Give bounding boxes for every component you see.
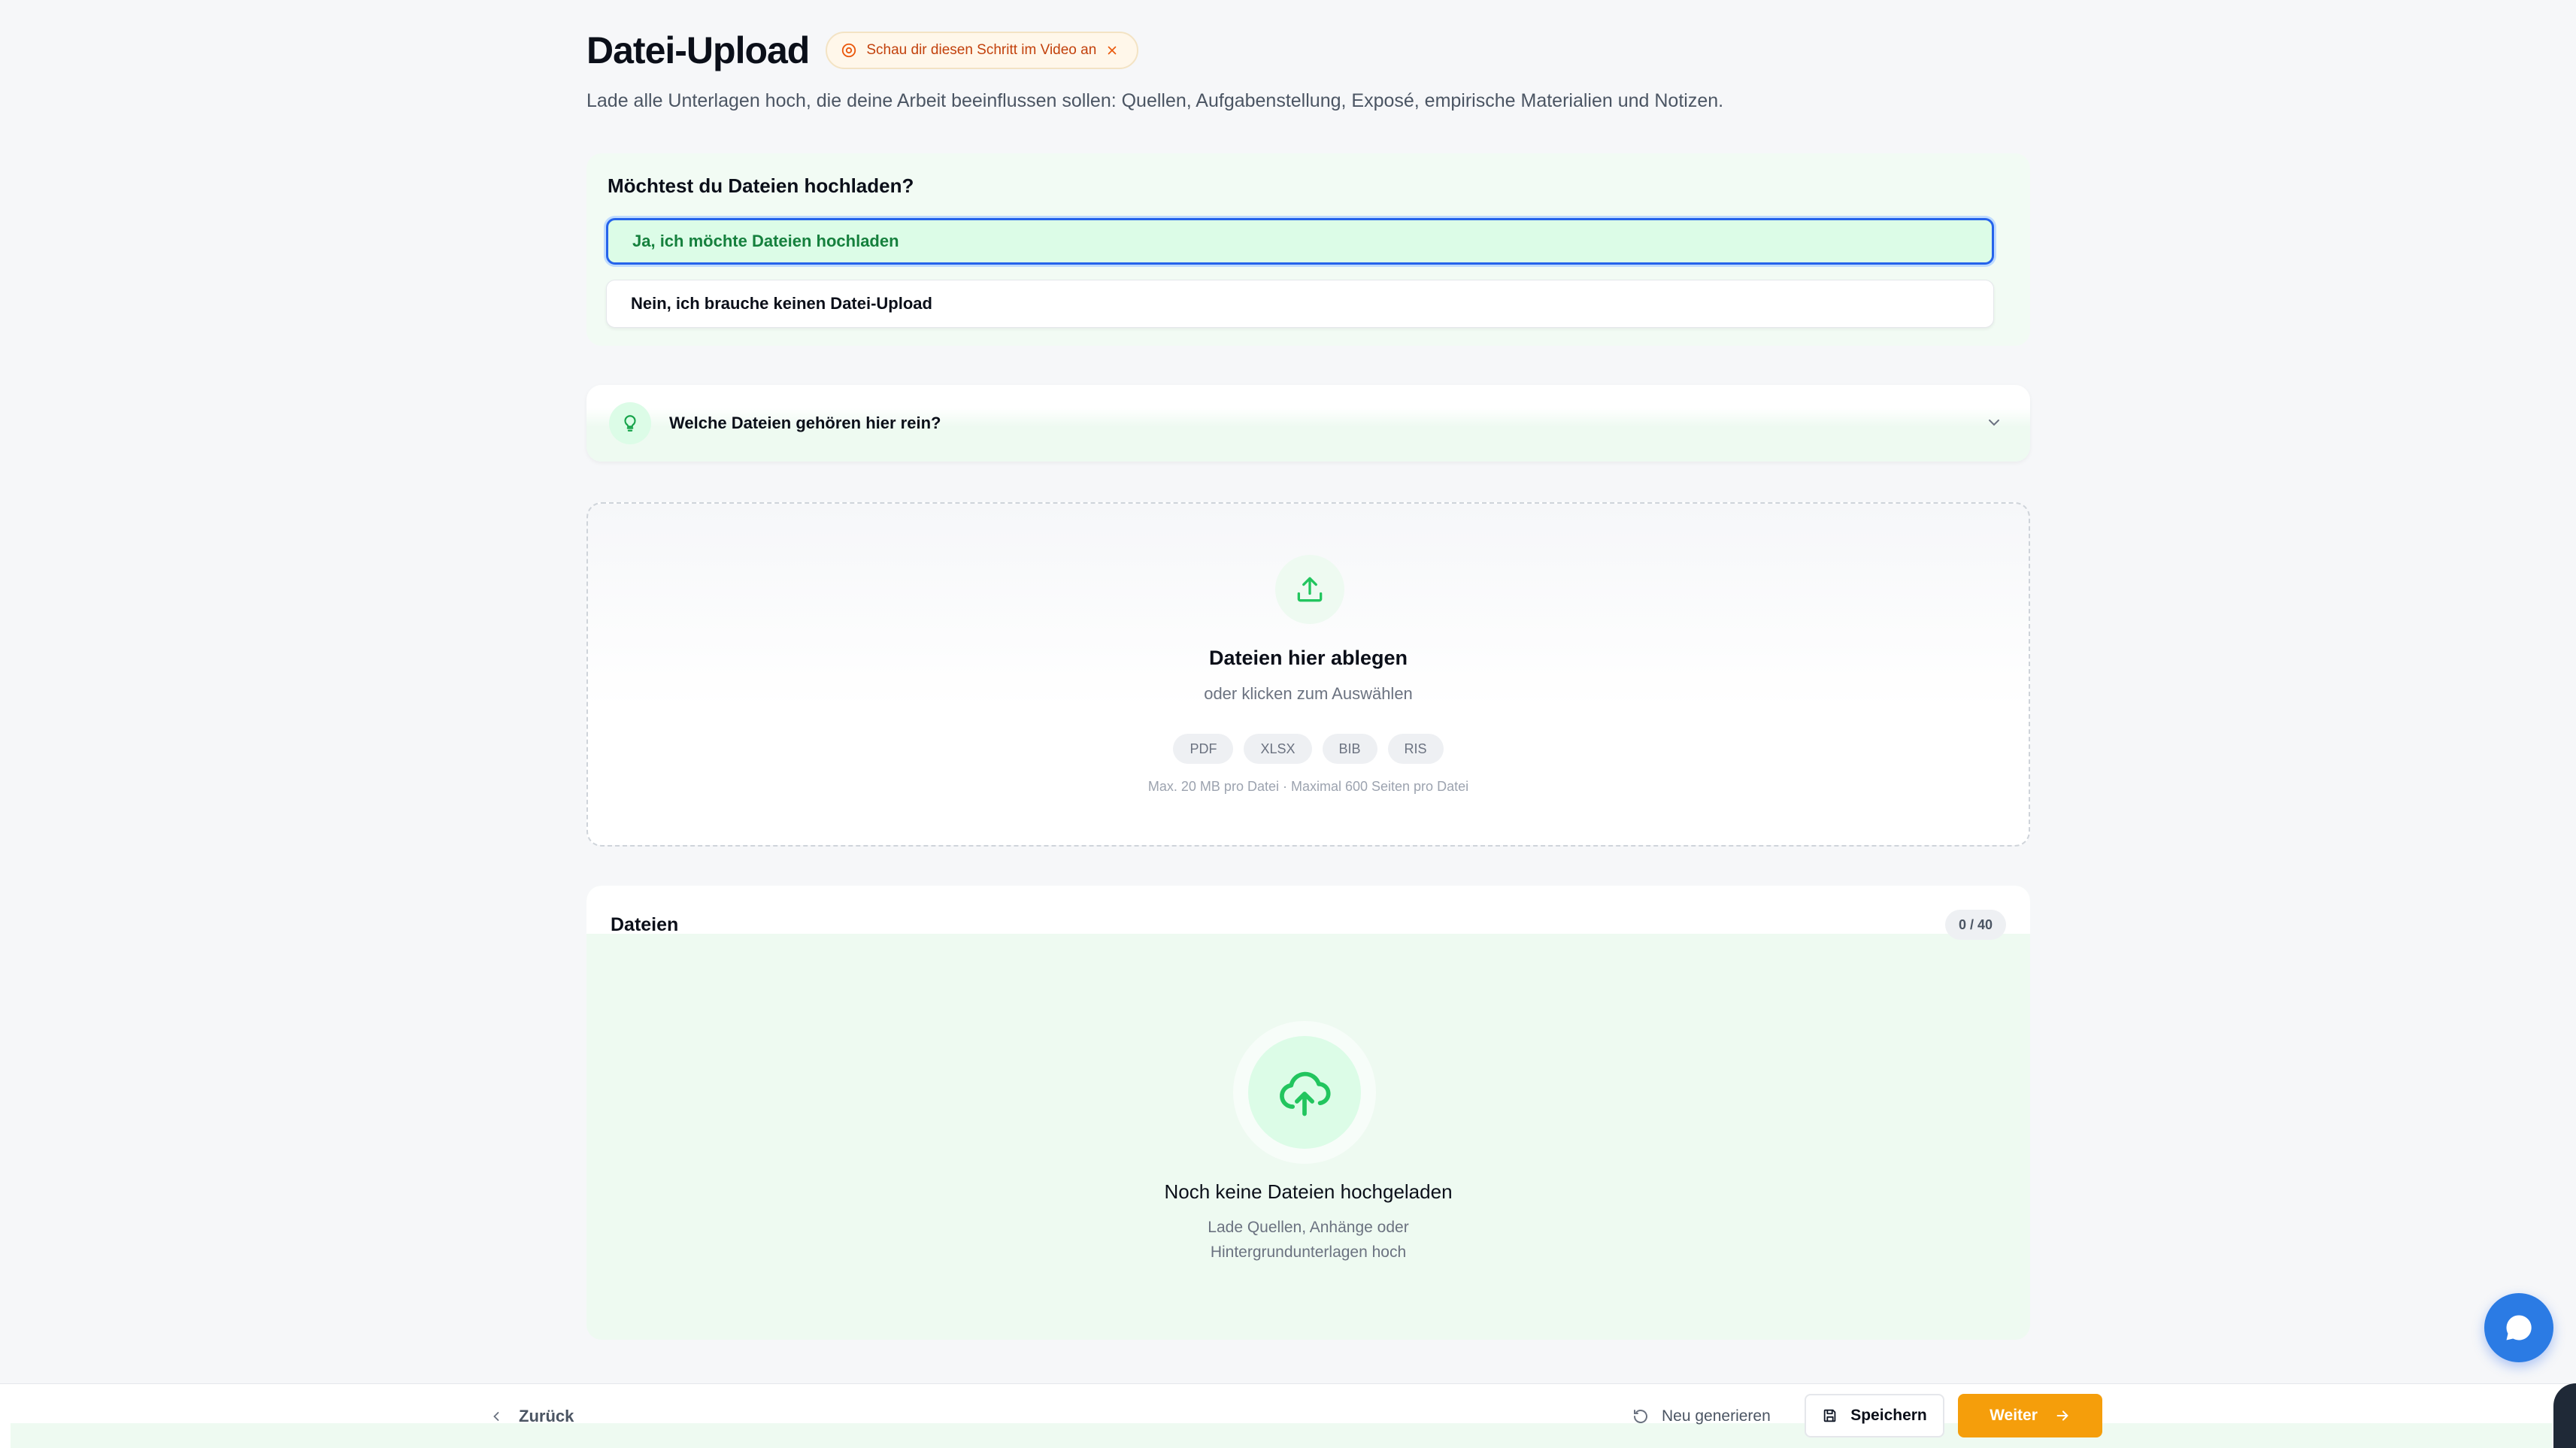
hint-accordion[interactable]: Welche Dateien gehören hier rein? (586, 385, 2030, 462)
upload-question-card: Möchtest du Dateien hochladen? Ja, ich m… (586, 153, 2030, 346)
chat-button[interactable] (2484, 1293, 2553, 1362)
title-row: Datei-Upload Schau dir diesen Schritt im… (586, 29, 2030, 72)
close-icon[interactable] (1105, 44, 1119, 57)
video-hint-label: Schau dir diesen Schritt im Video an (866, 42, 1097, 58)
regenerate-button[interactable]: Neu generieren (1632, 1403, 1771, 1430)
file-dropzone[interactable]: Dateien hier ablegen oder klicken zum Au… (586, 502, 2030, 847)
option-yes-upload[interactable]: Ja, ich möchte Dateien hochladen (606, 218, 1994, 265)
files-card: Dateien 0 / 40 Noch keine Dateien hochge… (586, 886, 2030, 1340)
format-chip-ris: RIS (1387, 734, 1444, 764)
play-circle-icon (841, 42, 857, 59)
files-count-badge: 0 / 40 (1944, 910, 2006, 940)
page: Datei-Upload Schau dir diesen Schritt im… (0, 0, 2576, 1448)
refresh-icon (1632, 1407, 1650, 1425)
upload-limits: Max. 20 MB pro Datei · Maximal 600 Seite… (1147, 779, 1469, 794)
empty-state-line-2: Hintergrundunterlagen hoch (1210, 1244, 1407, 1261)
arrow-right-icon (2054, 1407, 2071, 1424)
option-no-upload[interactable]: Nein, ich brauche keinen Datei-Upload (606, 280, 1994, 328)
save-button[interactable]: Speichern (1805, 1394, 1944, 1437)
dropzone-subtitle: oder klicken zum Auswählen (1204, 684, 1413, 703)
files-title: Dateien (611, 914, 679, 935)
page-subtitle: Lade alle Unterlagen hoch, die deine Arb… (586, 90, 1724, 111)
chat-icon (2502, 1311, 2535, 1344)
footer-bar (0, 1383, 2576, 1448)
empty-state-subtitle: Lade Quellen, Anhänge oder Hintergrundun… (586, 1215, 2030, 1265)
question-label: Möchtest du Dateien hochladen? (608, 174, 914, 197)
files-header (586, 886, 2030, 934)
back-button[interactable]: Zurück (489, 1403, 574, 1430)
footer-strip (11, 1423, 2552, 1448)
video-hint-pill[interactable]: Schau dir diesen Schritt im Video an (826, 32, 1139, 69)
format-chip-bib: BIB (1322, 734, 1377, 764)
lightbulb-icon (609, 402, 651, 444)
format-chip-xlsx: XLSX (1244, 734, 1312, 764)
format-chip-pdf: PDF (1173, 734, 1234, 764)
format-list: PDF XLSX BIB RIS (588, 734, 2029, 764)
empty-state-line-1: Lade Quellen, Anhänge oder (1208, 1219, 1409, 1236)
back-label: Zurück (519, 1407, 574, 1425)
next-label: Weiter (1990, 1407, 2038, 1424)
window-corner (2553, 1383, 2576, 1448)
cloud-upload-icon (1233, 1021, 1376, 1164)
page-header: Datei-Upload Schau dir diesen Schritt im… (586, 29, 2030, 112)
dropzone-title: Dateien hier ablegen (1208, 647, 1408, 669)
upload-icon (1275, 555, 1344, 624)
page-title: Datei-Upload (586, 29, 810, 71)
next-button[interactable]: Weiter (1958, 1394, 2102, 1437)
chevron-left-icon (489, 1409, 504, 1424)
save-icon (1822, 1407, 1838, 1424)
save-label: Speichern (1850, 1407, 1927, 1424)
hint-label: Welche Dateien gehören hier rein? (669, 413, 941, 432)
regenerate-label: Neu generieren (1662, 1407, 1771, 1425)
chevron-down-icon[interactable] (1985, 413, 2003, 432)
empty-state-title: Noch keine Dateien hochgeladen (1164, 1180, 1453, 1203)
